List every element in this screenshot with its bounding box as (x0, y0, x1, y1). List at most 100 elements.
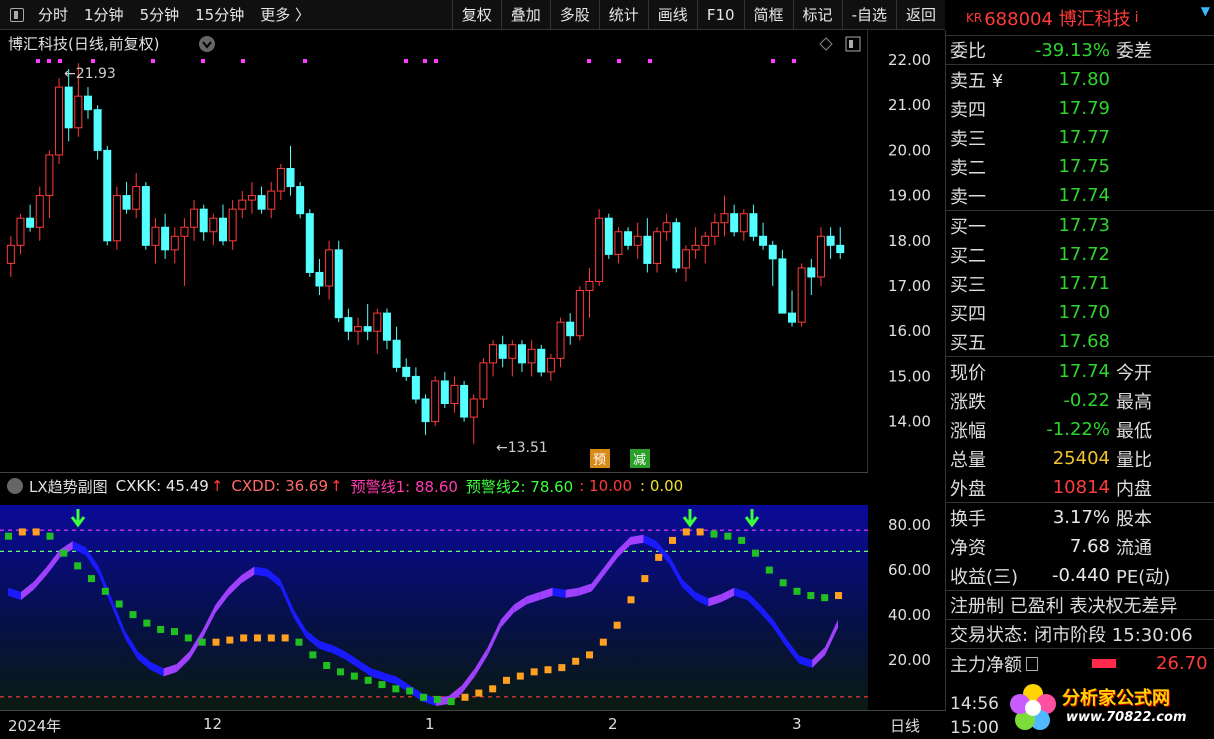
overlay-button[interactable]: 叠加 (500, 0, 550, 29)
cxdd-mark (752, 549, 759, 557)
top-toolbar: 分时 1分钟 5分钟 15分钟 更多 〉 复权 叠加 多股 统计 画线 F10 … (0, 0, 945, 30)
draw-button[interactable]: 画线 (647, 0, 697, 29)
cxkk-up-arrow-icon: ↑ (210, 477, 224, 495)
stock-code-name[interactable]: 688004 博汇科技 (984, 5, 1130, 31)
candle (170, 227, 179, 264)
cxdd-mark (32, 528, 40, 536)
ask-row: 卖一 17.74 (946, 181, 1214, 210)
stats-button[interactable]: 统计 (598, 0, 648, 29)
cxdd-mark (696, 528, 704, 536)
tab-15min[interactable]: 15分钟 (187, 0, 252, 29)
trade-state-value: 闭市阶段 15:30:06 (1034, 625, 1193, 646)
candle (720, 195, 729, 237)
signal-dot (47, 59, 51, 63)
candle (508, 340, 517, 377)
stat-label: 涨幅 (950, 420, 986, 442)
tab-5min[interactable]: 5分钟 (132, 0, 188, 29)
stat-label: 收益(三) (950, 566, 1019, 588)
candle (701, 231, 710, 264)
candle (93, 105, 102, 160)
f10-button[interactable]: F10 (696, 0, 744, 29)
date-label-1: 1 (425, 715, 435, 733)
info-icon[interactable]: i (1135, 10, 1139, 26)
trend-subchart[interactable] (0, 472, 868, 719)
stat-label: 现价 (950, 362, 986, 384)
weibi-row: 委比 -39.13% 委差 (946, 36, 1214, 65)
signal-yu-text: 预 (593, 453, 606, 468)
reg-row: 注册制 已盈利 表决权无差异 (946, 591, 1214, 620)
trade-state-row: 交易状态: 闭市阶段 15:30:06 (946, 620, 1214, 649)
tab-more[interactable]: 更多 〉 (252, 0, 318, 29)
date-axis: 2024年 12 1 2 3 日线 (0, 710, 946, 739)
candle (595, 209, 604, 286)
ask-price: 17.77 (1058, 127, 1110, 148)
stat-right-label: 股本 (1116, 508, 1152, 530)
cxdd-mark (101, 587, 109, 595)
list-icon[interactable] (1026, 656, 1038, 671)
cxdd-mark (184, 634, 192, 642)
tab-1min[interactable]: 1分钟 (76, 0, 132, 29)
candle (190, 200, 199, 241)
price-axis: 22.00 21.00 20.00 19.00 18.00 17.00 16.00 15.00… (868, 30, 946, 710)
mark-button[interactable]: 标记 (792, 0, 842, 29)
cxdd-mark (586, 651, 593, 659)
simple-frame-button[interactable]: 简框 (743, 0, 793, 29)
candlestick-chart[interactable]: 博汇科技(日线,前复权) ←21.93 ←13.51 预 减 (0, 30, 868, 472)
cxdd-mark (240, 634, 248, 642)
back-button[interactable]: 返回 (895, 0, 945, 29)
trend-subchart-svg[interactable] (0, 473, 868, 719)
signal-dot (36, 59, 40, 63)
cxdd-mark (267, 634, 275, 642)
flower-logo-icon (1010, 684, 1056, 730)
candle (180, 218, 189, 286)
signal-dot (434, 59, 438, 63)
stats-block-1: 现价 17.74 今开 涨跌 -0.22 最高 涨幅 -1.22% 最低 总量 25404 量比 外盘 1… (946, 357, 1214, 503)
multi-stock-button[interactable]: 多股 (549, 0, 599, 29)
cxdd-mark (738, 536, 746, 544)
main-flow-row: 主力净额 26.70 (946, 649, 1214, 678)
panel-toggle-icon[interactable] (10, 7, 24, 22)
candle (681, 245, 690, 282)
tab-timeshare[interactable]: 分时 (30, 0, 76, 29)
cxdd-mark (198, 638, 206, 646)
candle (653, 227, 661, 273)
subchart-title: LX趋势副图 (29, 477, 108, 496)
period-label[interactable]: 日线 (890, 715, 920, 736)
candle (469, 394, 478, 444)
price-chart[interactable]: 博汇科技(日线,前复权) ←21.93 ←13.51 预 减 (0, 30, 868, 472)
sub-tick-label: 80.00 (888, 516, 931, 534)
candle (83, 87, 92, 119)
warn2-value: 预警线2: 78.60 (465, 477, 574, 496)
candle (45, 150, 54, 219)
diamond-icon[interactable] (819, 37, 833, 51)
stat-right-label: 量比 (1116, 449, 1152, 471)
remove-favorite-button[interactable]: -自选 (841, 0, 896, 29)
adjust-button[interactable]: 复权 (451, 0, 501, 29)
date-label-12: 12 (203, 715, 223, 733)
weibi-label: 委比 (950, 41, 986, 62)
chart-settings-icon[interactable] (199, 36, 215, 52)
candle (527, 340, 536, 377)
main-flow-value: 26.70 (1156, 653, 1208, 674)
subchart-settings-icon[interactable] (7, 478, 23, 494)
stat-value: -0.440 (1051, 565, 1110, 586)
cxdd-mark (323, 662, 331, 669)
window-icon[interactable] (845, 36, 861, 52)
cxdd-mark (821, 594, 829, 602)
stat-value: -0.22 (1063, 390, 1110, 411)
chart-title: 博汇科技(日线,前复权) (8, 35, 159, 53)
candle (537, 344, 546, 377)
cxdd-mark (18, 528, 26, 536)
bid-price: 17.68 (1058, 331, 1110, 352)
signal-dot (404, 59, 408, 63)
watermark-text: 分析家公式网 (1062, 688, 1170, 709)
cxdd-mark (60, 549, 68, 557)
stat-row: 涨幅 -1.22% 最低 (946, 415, 1214, 444)
cxdd-mark (129, 611, 137, 619)
signal-dot (201, 59, 205, 63)
cxdd-mark (378, 681, 386, 689)
date-label-2024: 2024年 (8, 717, 62, 735)
dropdown-triangle-icon[interactable]: ▼ (1201, 4, 1210, 18)
signal-dot (648, 59, 652, 63)
cxdd-mark (309, 651, 317, 659)
